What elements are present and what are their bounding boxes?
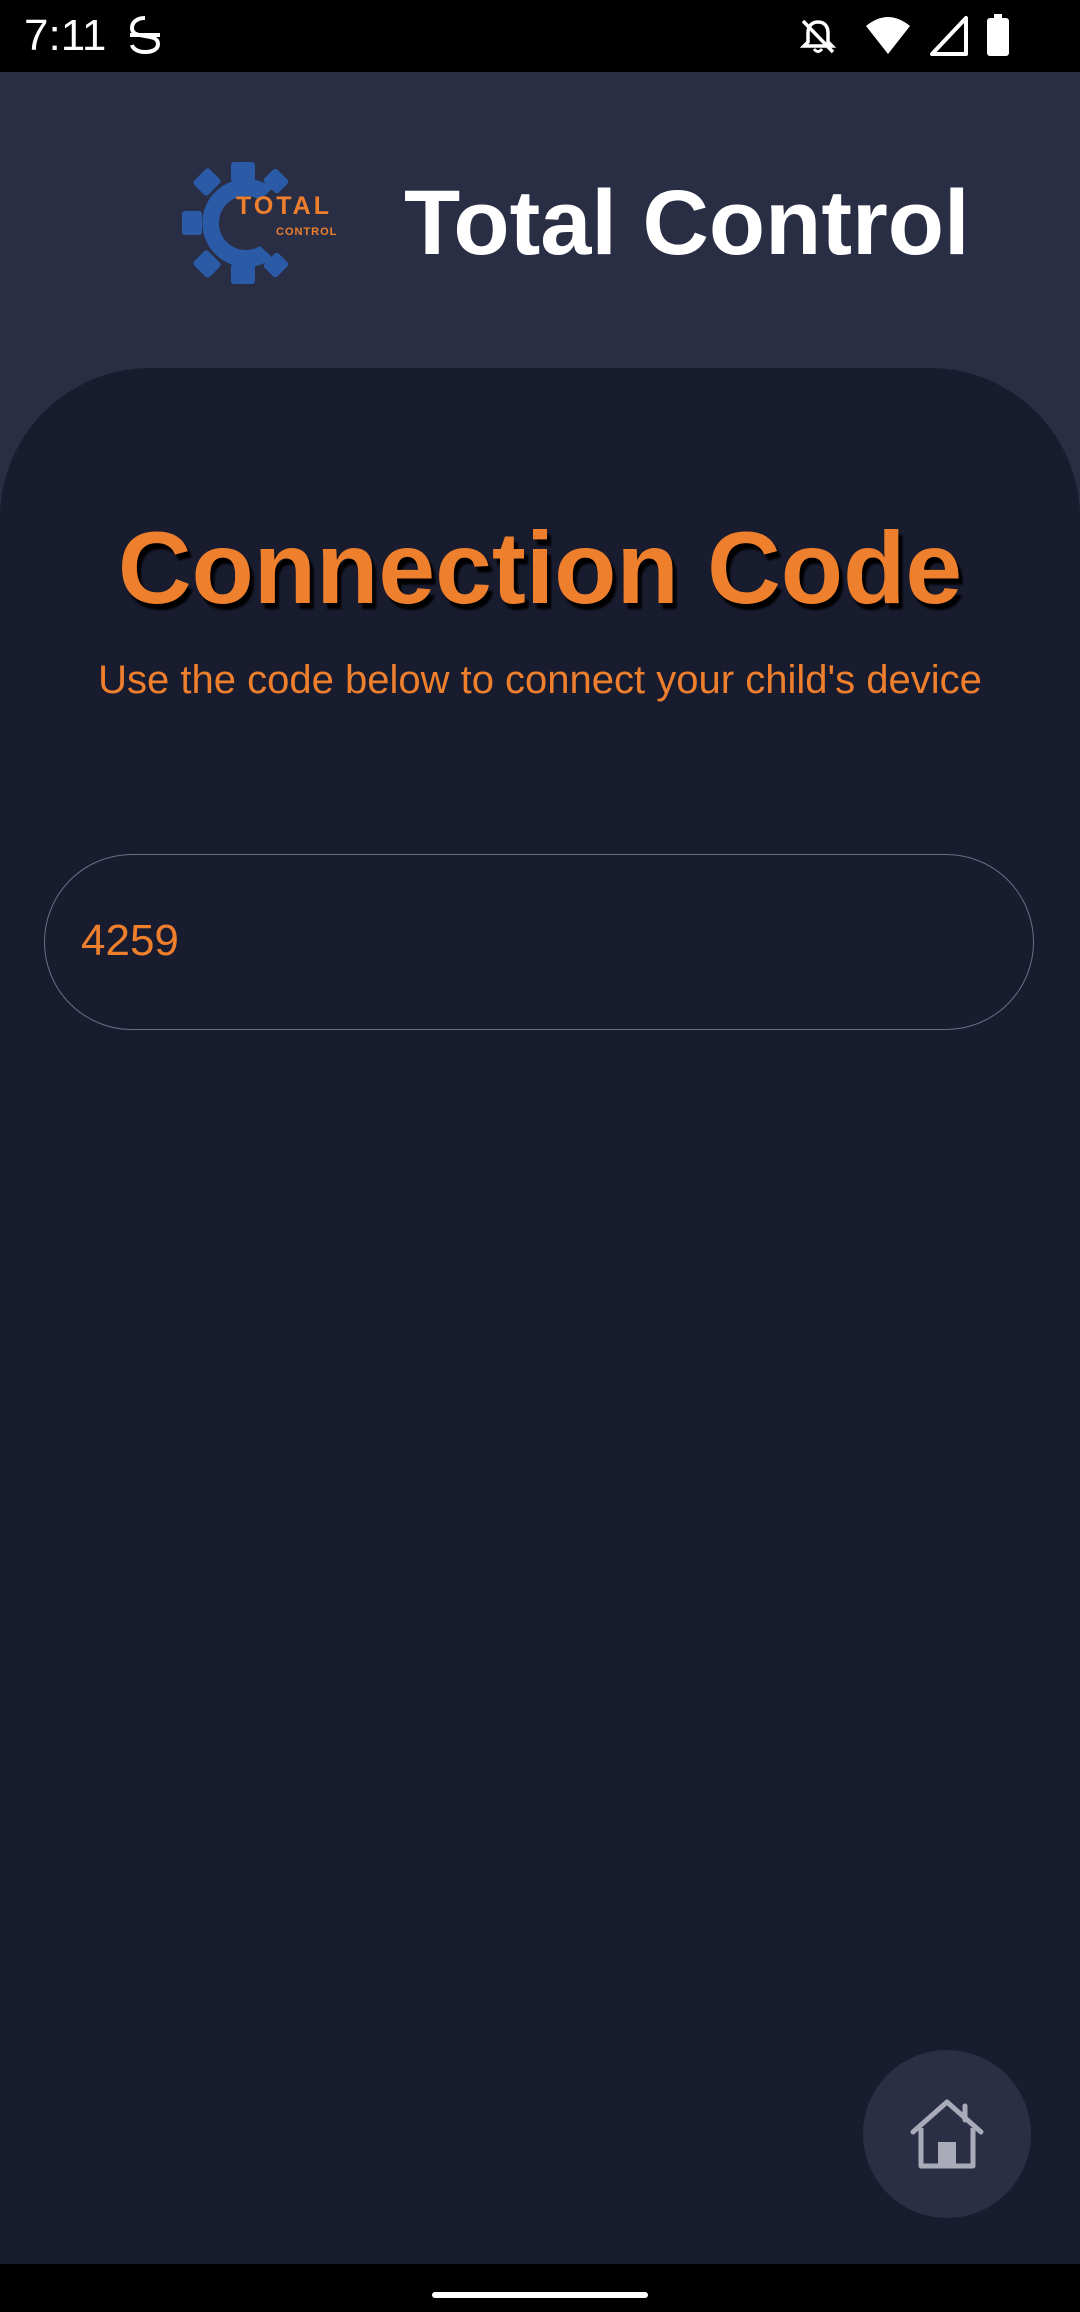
battery-icon [987, 14, 1009, 56]
main-card: Connection Code Use the code below to co… [0, 368, 1080, 2264]
gesture-handle[interactable] [432, 2292, 648, 2298]
navigation-bar [0, 2264, 1080, 2312]
logo-text-sub: CONTROL [276, 226, 338, 238]
cell-signal-icon [930, 16, 968, 56]
home-icon [910, 2099, 984, 2169]
bell-muted-icon [799, 19, 837, 54]
page-title: Connection Code [117, 511, 963, 625]
page-subtitle: Use the code below to connect your child… [98, 658, 982, 702]
connection-code-field[interactable]: 4259 [44, 854, 1034, 1030]
wifi-icon [866, 17, 910, 54]
home-button[interactable] [863, 2050, 1031, 2218]
status-time: 7:11 [24, 11, 107, 60]
screen: 7:11 TOTAL CONTROL Total Control Connect… [0, 0, 1080, 2312]
connection-code-value: 4259 [81, 916, 179, 965]
app-header: TOTAL CONTROL Total Control [0, 72, 1080, 372]
logo-text-main: TOTAL [236, 192, 333, 220]
gear-icon [182, 162, 289, 284]
status-icons [780, 0, 1080, 72]
status-bar: 7:11 [0, 0, 1080, 72]
app-title: Total Control [404, 172, 970, 274]
app-notification-icon [129, 16, 161, 55]
app-logo: TOTAL CONTROL [178, 158, 346, 288]
